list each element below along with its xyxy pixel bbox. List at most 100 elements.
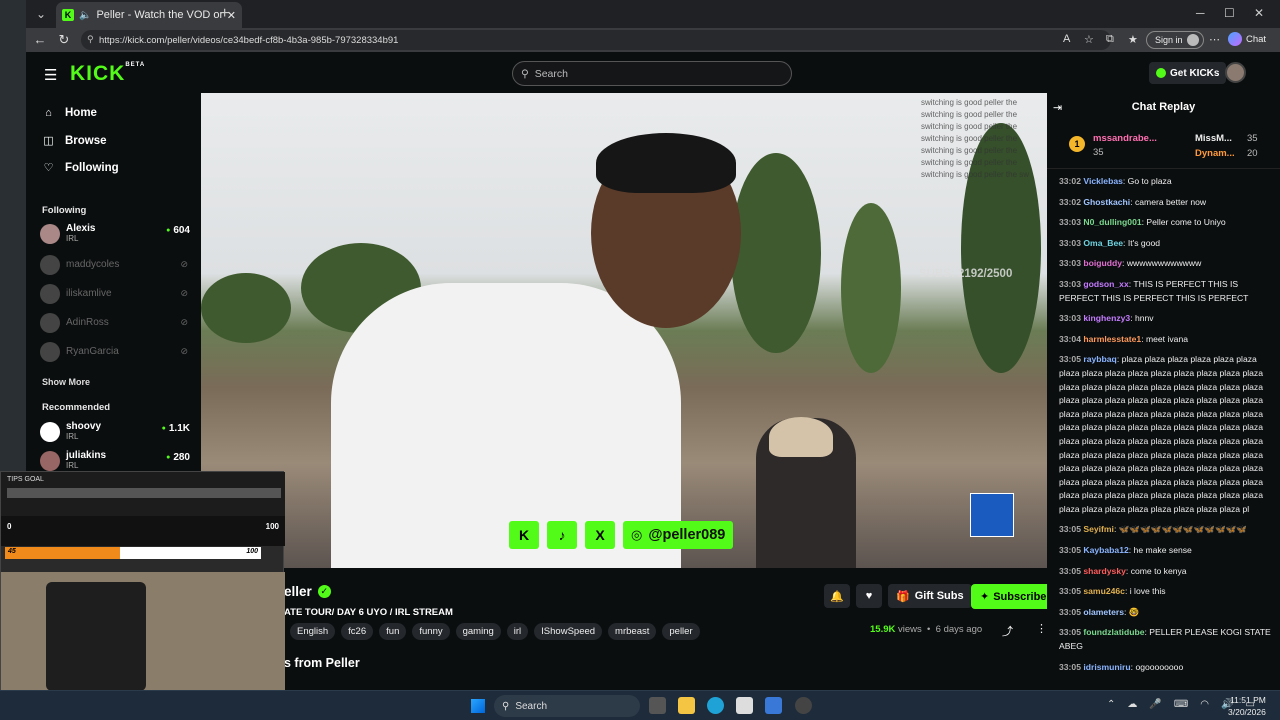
chevron-up-icon[interactable]: ⌃ [1107,699,1115,710]
clock[interactable]: 11:51 PM 3/20/2026 [1228,694,1266,718]
message-time: 33:05 [1059,586,1081,597]
taskbar-search[interactable]: ⚲ Search [494,695,640,717]
tag[interactable]: peller [662,623,700,640]
tag[interactable]: English [290,623,336,640]
message-username[interactable]: kinghenzy3 [1083,313,1130,323]
message-username[interactable]: foundzlatidube [1083,627,1144,637]
gifter-name[interactable]: mssandrabe... [1093,133,1157,144]
tag[interactable]: funny [412,623,450,640]
tag[interactable]: gaming [455,623,501,640]
nav-browse[interactable]: ◫ Browse [42,134,106,148]
instagram-handle-text: @peller089 [648,527,726,543]
edge-icon[interactable] [707,697,724,714]
social-overlay: K ♪ X ◎ @peller089 [509,521,734,549]
avatar [40,451,60,471]
gifter-count: 35 [1093,147,1104,158]
channel-alexis[interactable]: Alexis IRL 604 [40,223,190,245]
heart-icon: ♡ [43,162,54,174]
channel-iliskamlive[interactable]: iliskamlive ⊘ [40,283,190,305]
back-icon[interactable]: ← [28,32,52,47]
message-username[interactable]: Seyifmi [1083,524,1114,534]
store-icon[interactable] [736,697,753,714]
channel-title[interactable]: eller ✓ [284,584,331,599]
maximize-icon[interactable]: ☐ [1224,6,1235,20]
message-username[interactable]: boiguddy [1083,258,1122,268]
message-username[interactable]: shardysky [1083,566,1126,576]
cloud-icon[interactable]: ☁ [1127,699,1137,710]
tag[interactable]: IShowSpeed [534,623,603,640]
channel-maddycoles[interactable]: maddycoles ⊘ [40,254,190,276]
background-tree [841,203,901,373]
extensions-icon[interactable]: ⧉ [1106,33,1114,46]
message-time: 33:02 [1059,176,1081,186]
nav-following[interactable]: ♡ Following [42,161,119,175]
nav-home[interactable]: ⌂ Home [42,107,97,119]
gifter-name[interactable]: MissM... [1195,133,1232,144]
overlay-line: switching is good peller the sw [921,170,1030,179]
wifi-icon[interactable]: ◠ [1200,699,1209,710]
message-username[interactable]: Kaybaba12 [1083,545,1128,555]
copilot-chat-button[interactable]: Chat [1228,32,1266,46]
notification-bell-icon[interactable]: 🔔 [824,584,850,608]
progress-bar: 45 100 [5,547,261,559]
mail-icon[interactable] [765,697,782,714]
sign-in-button[interactable]: Sign in [1146,31,1204,49]
keyboard-icon[interactable]: ⌨ [1174,699,1188,710]
browser-tab[interactable]: K 🔈 Peller - Watch the VOD on Kic ✕ [56,2,242,28]
message-username[interactable]: N0_dulling001 [1083,217,1141,227]
favorites-icon[interactable]: ★ [1128,33,1138,46]
user-avatar[interactable] [1225,62,1246,83]
speaker-icon[interactable]: 🔈 [79,10,91,21]
task-view-icon[interactable] [649,697,666,714]
message-username[interactable]: godson_xx [1083,279,1128,289]
gift-subs-button[interactable]: 🎁 Gift Subs [888,584,972,608]
gifter-name[interactable]: Dynam... [1195,148,1235,159]
video-player[interactable]: switching is good peller the switching i… [201,93,1047,568]
site-info-icon[interactable]: ⚲ [87,34,94,45]
message-username[interactable]: Oma_Bee [1083,238,1123,248]
chat-message: 33:03 Oma_Bee: It's good [1059,237,1161,248]
message-username[interactable]: harmlesstate1 [1083,334,1141,344]
close-window-icon[interactable]: ✕ [1254,6,1264,20]
search-input[interactable]: ⚲ Search [512,61,792,86]
read-aloud-icon[interactable]: A [1063,33,1070,45]
obs-icon[interactable] [795,697,812,714]
tag[interactable]: irl [506,623,529,640]
channel-shoovy[interactable]: shoovy IRL 1.1K [40,421,190,443]
tag[interactable]: fc26 [341,623,374,640]
reload-icon[interactable]: ↻ [52,32,76,48]
message-username[interactable]: idrismuniru [1083,662,1130,672]
channel-ryangarcia[interactable]: RyanGarcia ⊘ [40,341,190,363]
subscribe-button[interactable]: ✦ Subscribe [971,584,1056,609]
microphone-icon[interactable]: 🎤 [1149,699,1161,710]
tag[interactable]: mrbeast [608,623,657,640]
file-explorer-icon[interactable] [678,697,695,714]
message-username[interactable]: Vicklebas [1083,176,1123,186]
share-icon[interactable]: ⤴ [1002,623,1013,639]
new-tab-icon[interactable]: + [220,5,229,23]
tag[interactable]: fun [379,623,407,640]
kick-favicon-icon: K [62,9,74,21]
follow-heart-icon[interactable]: ♥ [856,584,882,608]
message-username[interactable]: samu246c [1083,586,1125,596]
get-kicks-button[interactable]: Get KICKs [1149,62,1227,84]
message-username[interactable]: olameters [1083,607,1124,617]
favorite-icon[interactable]: ☆ [1084,33,1094,46]
kick-logo[interactable]: KICKBETA [70,62,145,86]
chat-message: 33:04 harmlesstate1: meet ivana [1059,333,1189,344]
channel-juliakins[interactable]: juliakins IRL 280 [40,450,190,472]
message-text: i love this [1129,586,1166,597]
offline-icon: ⊘ [180,317,188,327]
address-bar[interactable]: ⚲ https://kick.com/peller/videos/ce34bed… [81,30,1111,50]
more-options-icon[interactable]: ⋮ [1036,622,1047,635]
channel-adinross[interactable]: AdinRoss ⊘ [40,312,190,334]
more-icon[interactable]: ⋯ [1209,33,1220,46]
minimize-icon[interactable]: ─ [1196,6,1205,20]
show-more-link[interactable]: Show More [42,377,90,387]
message-username[interactable]: Ghostkachi [1083,197,1130,207]
tab-list-icon[interactable]: ⌄ [30,3,52,25]
chat-message: 33:03 N0_dulling001: Peller come to Uniy… [1059,217,1226,228]
menu-icon[interactable]: ☰ [44,66,57,84]
message-username[interactable]: raybbaq [1083,354,1116,364]
start-icon[interactable] [471,699,485,713]
